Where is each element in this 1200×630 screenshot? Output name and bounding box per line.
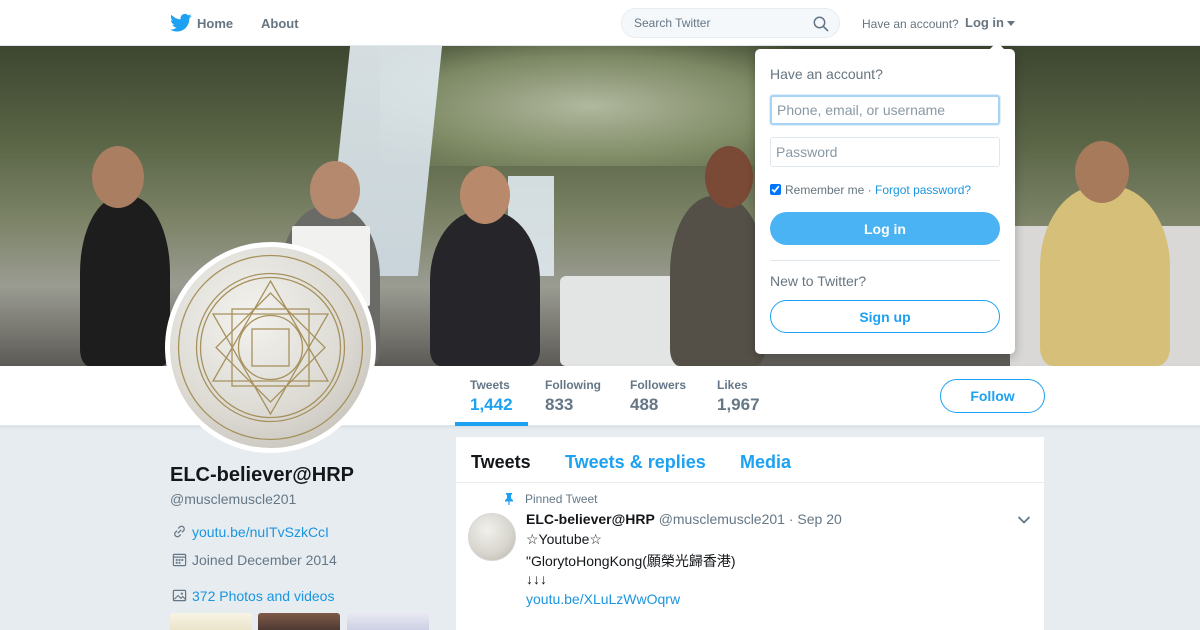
tab-tweets[interactable]: Tweets — [471, 452, 531, 473]
tweet-link[interactable]: youtu.be/XLuLzWwOqrw — [526, 591, 680, 607]
signup-button[interactable]: Sign up — [770, 300, 1000, 333]
caret-down-icon — [1007, 21, 1015, 27]
password-field[interactable] — [770, 137, 1000, 167]
profile-website: youtu.be/nuITvSzkCcI — [172, 524, 329, 540]
media-thumbnail[interactable] — [258, 613, 340, 630]
banner-person-head — [310, 161, 360, 219]
avatar-coin-image — [170, 247, 371, 448]
stat-label: Tweets — [470, 378, 510, 392]
banner-person — [80, 196, 170, 366]
tweet-text-line: "GlorytoHongKong(願榮光歸香港) — [526, 553, 736, 569]
banner-person — [670, 196, 765, 366]
top-navigation-bar: Home About Have an account? Log in — [0, 0, 1200, 46]
pin-icon — [505, 493, 513, 505]
search-icon[interactable] — [813, 16, 829, 32]
banner-person-head — [1075, 141, 1129, 203]
login-dropdown: Have an account? Remember me · Forgot pa… — [755, 42, 1015, 354]
search-input[interactable] — [634, 16, 804, 30]
tweet-avatar[interactable] — [468, 513, 516, 561]
remember-me-checkbox[interactable] — [770, 184, 781, 195]
profile-joined-text: Joined December 2014 — [192, 552, 337, 568]
stat-likes[interactable]: Likes 1,967 — [717, 378, 760, 415]
tab-media[interactable]: Media — [740, 452, 791, 473]
banner-person-head — [92, 146, 144, 208]
login-button[interactable]: Log in — [770, 212, 1000, 245]
pinned-tweet-label: Pinned Tweet — [525, 492, 598, 506]
nav-about-link[interactable]: About — [261, 16, 299, 31]
avatar-emblem-graphic — [177, 254, 364, 441]
calendar-icon — [172, 553, 187, 567]
profile-photos: 372 Photos and videos — [172, 588, 334, 604]
login-toggle-label: Log in — [965, 15, 1004, 30]
forgot-password-link[interactable]: Forgot password? — [875, 183, 971, 197]
new-to-twitter-text: New to Twitter? — [770, 273, 867, 289]
search-box[interactable] — [621, 8, 840, 38]
timeline-tabs: Tweets Tweets & replies Media — [456, 437, 1044, 483]
stat-label: Likes — [717, 378, 748, 392]
profile-handle: @musclemuscle201 — [170, 491, 297, 507]
profile-joined: Joined December 2014 — [172, 552, 337, 568]
stat-value: 833 — [545, 395, 574, 414]
remember-me-label[interactable]: Remember me — [785, 183, 864, 197]
profile-website-link[interactable]: youtu.be/nuITvSzkCcI — [192, 524, 329, 540]
follow-button[interactable]: Follow — [940, 379, 1045, 413]
profile-name: ELC-believer@HRP — [170, 464, 354, 486]
twitter-bird-icon[interactable] — [170, 13, 192, 33]
banner-person — [1040, 186, 1170, 366]
timeline: Tweets Tweets & replies Media Pinned Twe… — [456, 437, 1044, 630]
media-thumbnail[interactable] — [170, 613, 252, 630]
dropdown-arrow — [989, 42, 1005, 50]
have-account-text: Have an account? — [862, 17, 959, 31]
tweet-author-handle[interactable]: @musclemuscle201 — [659, 511, 785, 527]
tweet-separator: · — [788, 511, 794, 527]
dropdown-heading: Have an account? — [770, 66, 883, 82]
login-dropdown-toggle[interactable]: Log in — [965, 15, 1015, 30]
tab-tweets-and-replies[interactable]: Tweets & replies — [565, 452, 706, 473]
username-field[interactable] — [770, 95, 1000, 125]
tweet-date[interactable]: Sep 20 — [797, 511, 841, 527]
nav-home-link[interactable]: Home — [197, 16, 233, 31]
link-icon — [174, 525, 185, 538]
stat-label: Following — [545, 378, 601, 392]
chevron-down-icon[interactable] — [1017, 515, 1031, 525]
banner-person-head — [705, 146, 753, 208]
photos-and-videos-link[interactable]: 372 Photos and videos — [192, 588, 334, 604]
stat-followers[interactable]: Followers 488 — [630, 378, 686, 415]
remember-me-row: Remember me · Forgot password? — [770, 183, 971, 197]
banner-person-head — [460, 166, 510, 224]
stat-value: 1,442 — [470, 395, 513, 414]
tweet-text-line: ↓↓↓ — [526, 571, 547, 587]
tweet-header: ELC-believer@HRP @musclemuscle201 · Sep … — [526, 511, 842, 527]
tweet-author-name[interactable]: ELC-believer@HRP — [526, 511, 655, 527]
media-thumbnail[interactable] — [347, 613, 429, 630]
dropdown-divider — [770, 260, 1000, 261]
banner-person — [430, 211, 540, 366]
stat-label: Followers — [630, 378, 687, 392]
stat-value: 1,967 — [717, 395, 760, 414]
avatar[interactable] — [165, 242, 376, 453]
stat-following[interactable]: Following 833 — [545, 378, 601, 415]
remember-separator: · — [867, 183, 872, 197]
tweet-text-line: ☆Youtube☆ — [526, 531, 602, 547]
stat-tweets[interactable]: Tweets 1,442 — [455, 378, 527, 426]
photos-icon — [172, 589, 187, 602]
stat-value: 488 — [630, 395, 659, 414]
